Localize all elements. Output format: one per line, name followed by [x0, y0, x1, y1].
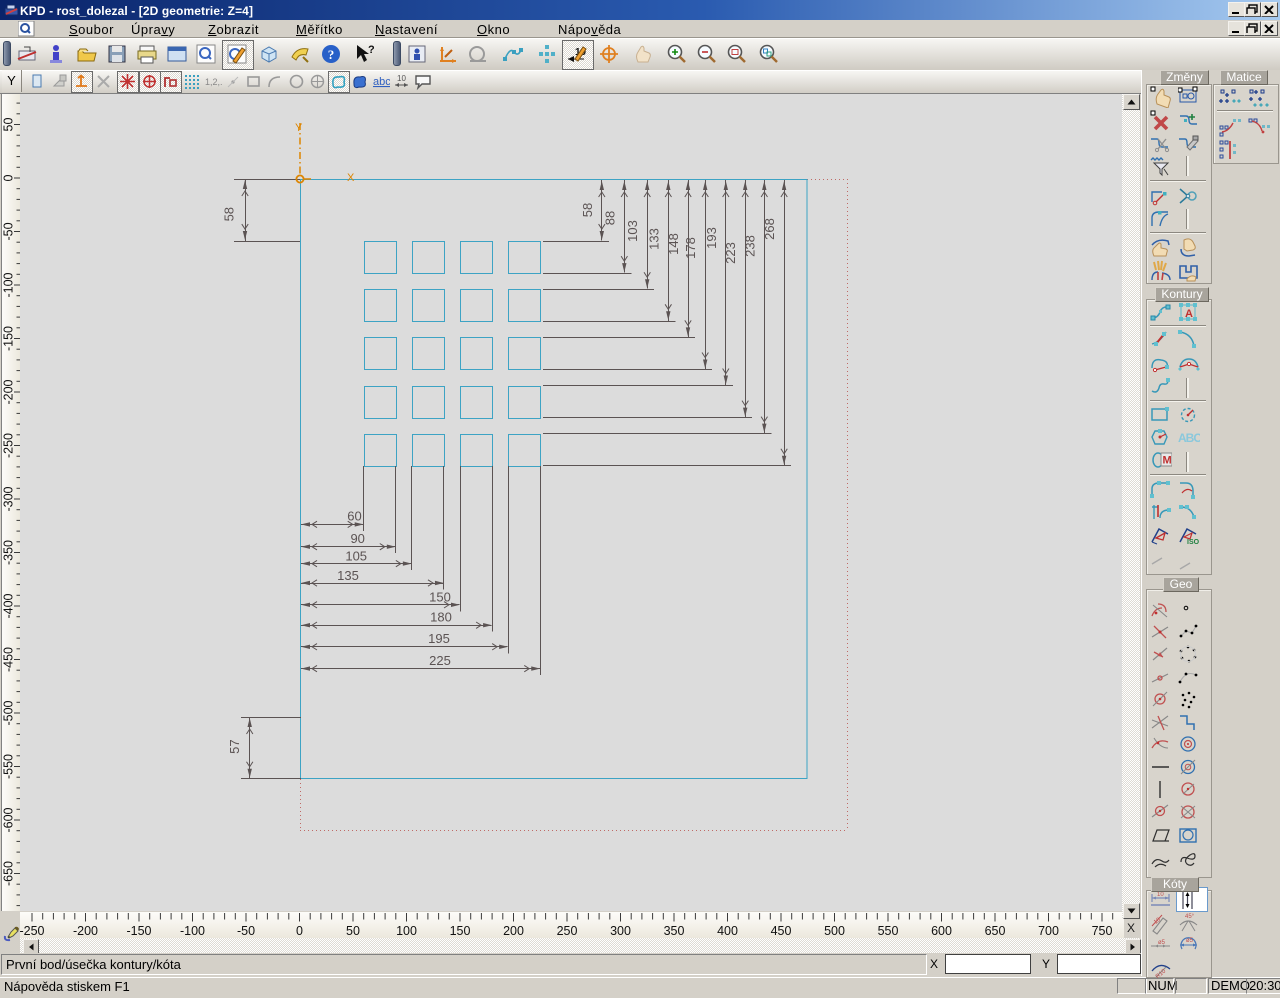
- svg-text:10: 10: [397, 74, 406, 83]
- svg-text:400: 400: [717, 924, 738, 938]
- svg-text:90: 90: [350, 531, 364, 546]
- svg-text:1,2,..: 1,2,..: [205, 77, 222, 87]
- svg-text:ø5: ø5: [1186, 938, 1194, 944]
- svg-text:-550: -550: [2, 754, 16, 779]
- svg-text:-450: -450: [2, 647, 16, 672]
- svg-text:105: 105: [345, 549, 367, 564]
- svg-text:58: 58: [222, 207, 237, 221]
- svg-text:ISO: ISO: [1187, 539, 1200, 546]
- svg-text:133: 133: [646, 228, 661, 250]
- svg-text:700: 700: [1038, 924, 1059, 938]
- svg-text:268: 268: [762, 218, 777, 240]
- svg-text:A: A: [1185, 308, 1193, 320]
- svg-text:238: 238: [742, 235, 757, 257]
- svg-text:350: 350: [664, 924, 685, 938]
- svg-text:148: 148: [666, 233, 681, 255]
- svg-text:-300: -300: [2, 486, 16, 511]
- svg-text:50: 50: [2, 118, 16, 132]
- svg-text:250: 250: [557, 924, 578, 938]
- svg-text:300: 300: [610, 924, 631, 938]
- svg-text:750: 750: [1092, 924, 1113, 938]
- svg-text:-650: -650: [2, 861, 16, 886]
- svg-text:?: ?: [328, 47, 335, 62]
- svg-text:-200: -200: [2, 379, 16, 404]
- svg-text:-350: -350: [2, 540, 16, 565]
- svg-text:103: 103: [625, 220, 640, 242]
- svg-text:600: 600: [931, 924, 952, 938]
- svg-text:500: 500: [824, 924, 845, 938]
- svg-text:0: 0: [2, 174, 16, 181]
- svg-text:150: 150: [429, 590, 451, 605]
- svg-text:650: 650: [985, 924, 1006, 938]
- svg-text:195: 195: [428, 631, 450, 646]
- svg-text:550: 550: [878, 924, 899, 938]
- svg-text:150: 150: [450, 924, 471, 938]
- svg-text:200: 200: [503, 924, 524, 938]
- svg-text:223: 223: [723, 242, 738, 264]
- svg-text:-250: -250: [20, 924, 45, 938]
- svg-text:135: 135: [337, 568, 359, 583]
- svg-text:-150: -150: [126, 924, 151, 938]
- svg-text:58: 58: [580, 203, 595, 217]
- svg-text:-600: -600: [2, 807, 16, 832]
- svg-text:225: 225: [429, 653, 451, 668]
- svg-text:-100: -100: [2, 272, 16, 297]
- svg-text:10: 10: [1157, 892, 1164, 898]
- svg-text:?: ?: [368, 44, 374, 56]
- svg-text:-250: -250: [2, 433, 16, 458]
- svg-text:-500: -500: [2, 700, 16, 725]
- svg-text:178: 178: [683, 237, 698, 259]
- svg-text:60: 60: [347, 509, 361, 524]
- svg-text:180: 180: [430, 609, 452, 624]
- svg-text:ø5: ø5: [1158, 940, 1166, 946]
- svg-text:X: X: [347, 172, 355, 184]
- svg-text:abc: abc: [373, 76, 390, 88]
- svg-text:-50: -50: [237, 924, 255, 938]
- svg-text:M: M: [1163, 455, 1172, 467]
- svg-text:-400: -400: [2, 593, 16, 618]
- svg-text:10: 10: [1153, 917, 1162, 926]
- svg-text:45°: 45°: [1185, 914, 1195, 920]
- svg-text:-50: -50: [2, 222, 16, 240]
- svg-text:450: 450: [771, 924, 792, 938]
- svg-text:R10: R10: [1155, 968, 1168, 980]
- svg-text:-100: -100: [180, 924, 205, 938]
- svg-text:88: 88: [602, 211, 617, 225]
- svg-text:-200: -200: [73, 924, 98, 938]
- svg-text:-150: -150: [2, 326, 16, 351]
- svg-text:0: 0: [296, 924, 303, 938]
- svg-text:Y: Y: [295, 122, 303, 134]
- svg-text:ABC: ABC: [1178, 431, 1200, 445]
- svg-text:100: 100: [396, 924, 417, 938]
- svg-text:50: 50: [346, 924, 360, 938]
- svg-text:193: 193: [704, 227, 719, 249]
- svg-text:57: 57: [227, 739, 242, 753]
